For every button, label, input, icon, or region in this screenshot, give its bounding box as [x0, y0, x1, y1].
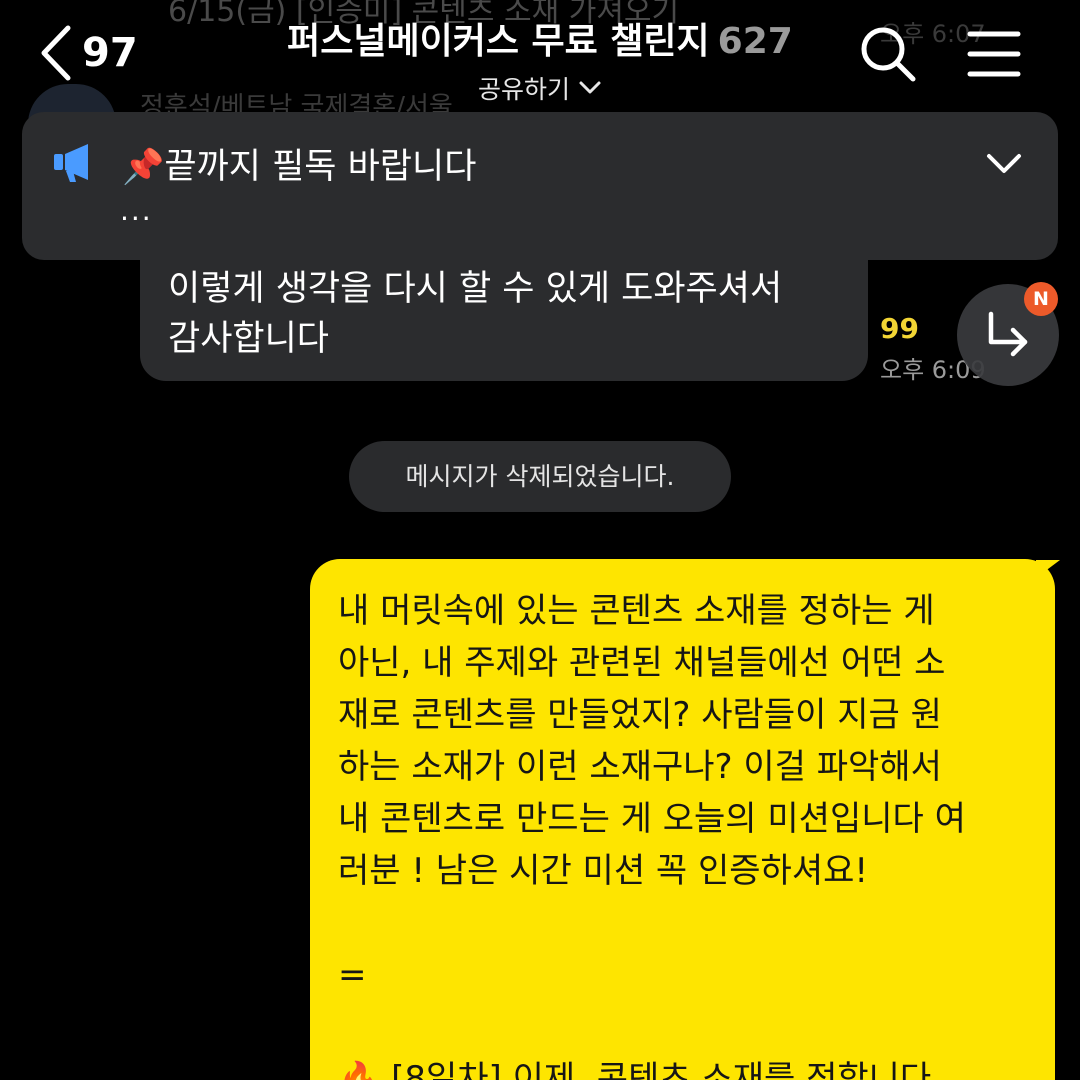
- menu-button[interactable]: [966, 28, 1022, 80]
- message-line: [338, 897, 1055, 949]
- message-line: 내 콘텐츠로 만드는 게 오늘의 미션입니다 여: [338, 799, 966, 839]
- member-count: 627: [717, 21, 793, 62]
- message-line: 하는 소재가 이런 소재구나? 이걸 파악해서: [338, 747, 942, 787]
- megaphone-icon: [52, 140, 96, 188]
- forward-arrow-icon: [988, 311, 1028, 357]
- hamburger-menu-icon: [967, 31, 1021, 77]
- message-line: [338, 1001, 1055, 1053]
- deleted-message-notice: 메시지가 삭제되었습니다.: [349, 441, 731, 512]
- chat-header: 97 퍼스널메이커스 무료 챌린지 627 공유하기: [0, 0, 1080, 110]
- pin-emoji: 📌: [122, 147, 165, 187]
- share-dropdown[interactable]: 공유하기: [478, 70, 602, 106]
- search-icon: [861, 27, 916, 82]
- message-line: 감사합니다: [168, 319, 330, 359]
- unread-count: 99: [880, 312, 919, 345]
- message-line-day: 🔥 [8일차] 이제, 콘텐츠 소재를 정합니다: [338, 1053, 1055, 1080]
- day-title: [8일차] 이제, 콘텐츠 소재를 정합니다: [391, 1059, 932, 1080]
- chevron-down-icon: [579, 81, 601, 94]
- notice-ellipsis: ...: [120, 194, 153, 227]
- notice-text: 📌끝까지 필독 바랍니다: [122, 138, 476, 189]
- message-line: 재로 콘텐츠를 만들었지? 사람들이 지금 원: [338, 695, 942, 735]
- message-line: 러분 ! 남은 시간 미션 꼭 인증하셔요!: [338, 851, 869, 891]
- message-line: 이렇게 생각을 다시 할 수 있게 도와주셔서: [168, 269, 783, 309]
- new-badge: N: [1024, 282, 1058, 316]
- search-button[interactable]: [858, 24, 918, 84]
- message-line: 아닌, 내 주제와 관련된 채널들에선 어떤 소: [338, 643, 946, 683]
- chevron-down-icon: [987, 154, 1021, 173]
- chat-room-title[interactable]: 퍼스널메이커스 무료 챌린지: [287, 21, 710, 62]
- fire-emoji: 🔥: [338, 1059, 380, 1080]
- message-line: =: [338, 955, 367, 995]
- message-line: 내 머릿속에 있는 콘텐츠 소재를 정하는 게: [338, 591, 935, 631]
- chat-title-area: 퍼스널메이커스 무료 챌린지 627 공유하기: [0, 12, 1080, 106]
- chat-screen: 6/15(금) [인증미] 콘텐츠 소재 가져오기 정훈석/베트남 국제결혼/서…: [0, 0, 1080, 1080]
- share-label: 공유하기: [477, 75, 570, 104]
- bubble-tail: [1036, 560, 1060, 578]
- notice-title: 끝까지 필독 바랍니다: [164, 147, 477, 187]
- notice-expand-button[interactable]: [984, 150, 1024, 180]
- outgoing-message-bubble[interactable]: 내 머릿속에 있는 콘텐츠 소재를 정하는 게 아닌, 내 주제와 관련된 채널…: [310, 559, 1055, 1080]
